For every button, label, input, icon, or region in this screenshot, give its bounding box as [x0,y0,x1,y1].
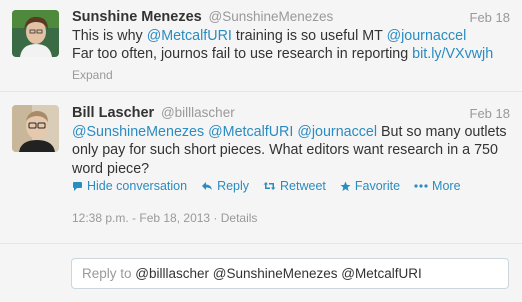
reply-input[interactable]: Reply to @billlascher @SunshineMenezes @… [71,258,509,289]
mention-link[interactable]: @MetcalfURI [208,124,293,140]
reply-button[interactable]: Reply [201,179,249,193]
url-link[interactable]: bit.ly/VXvwjh [412,46,493,62]
tweet-sunshine-menezes[interactable]: Sunshine Menezes @SunshineMenezes Feb 18… [0,0,522,92]
timestamp[interactable]: Feb 18 [470,106,510,121]
retweet-label: Retweet [280,179,326,193]
avatar[interactable] [12,10,59,57]
tweet-header: Sunshine Menezes @SunshineMenezes Feb 18 [72,9,510,27]
avatar[interactable] [12,105,59,152]
fullname[interactable]: Bill Lascher [72,105,154,121]
tweet-bill-lascher[interactable]: Bill Lascher @billlascher Feb 18 @Sunshi… [0,92,522,244]
more-label: More [432,179,461,193]
reply-mentions: @billlascher @SunshineMenezes @MetcalfUR… [135,266,422,281]
username[interactable]: @billlascher [161,105,235,120]
hide-conversation-label: Hide conversation [87,179,188,193]
reply-area: Reply to @billlascher @SunshineMenezes @… [0,244,522,302]
hide-conversation-button[interactable]: Hide conversation [72,179,187,193]
star-icon [340,181,351,191]
tweet-text-segment: Far too often, journos fail to use resea… [72,46,413,63]
favorite-button[interactable]: Favorite [340,179,400,193]
more-button[interactable]: More [414,179,461,193]
tweet-text: @SunshineMenezes @MetcalfURI @journaccel… [72,123,508,178]
tweet-text: This is why @MetcalfURI training is so u… [72,27,508,64]
tweet-text-segment: training is so useful MT [231,28,387,44]
expand-button[interactable]: Expand [72,68,113,82]
mention-link[interactable]: @journaccel [387,28,467,44]
fullname[interactable]: Sunshine Menezes [72,9,202,25]
reply-label: Reply [217,179,250,193]
timestamp[interactable]: Feb 18 [470,10,510,25]
reply-arrow-icon [202,182,213,190]
mention-link[interactable]: @SunshineMenezes [72,124,204,140]
speech-bubble-icon [73,181,82,191]
tweet-meta[interactable]: 12:38 p.m. - Feb 18, 2013 · Details [72,211,257,225]
more-dots-icon [414,184,428,188]
reply-prefix: Reply to [82,266,136,281]
favorite-label: Favorite [354,179,401,193]
mention-link[interactable]: @journaccel [297,124,377,140]
tweet-text-segment: This is why [72,28,147,44]
username[interactable]: @SunshineMenezes [209,9,334,24]
retweet-button[interactable]: Retweet [263,179,326,193]
tweet-header: Bill Lascher @billlascher Feb 18 [72,105,510,123]
mention-link[interactable]: @MetcalfURI [147,28,232,44]
tweet-actions: Hide conversation Reply Retweet Favorite… [72,179,475,193]
retweet-icon [263,182,276,190]
